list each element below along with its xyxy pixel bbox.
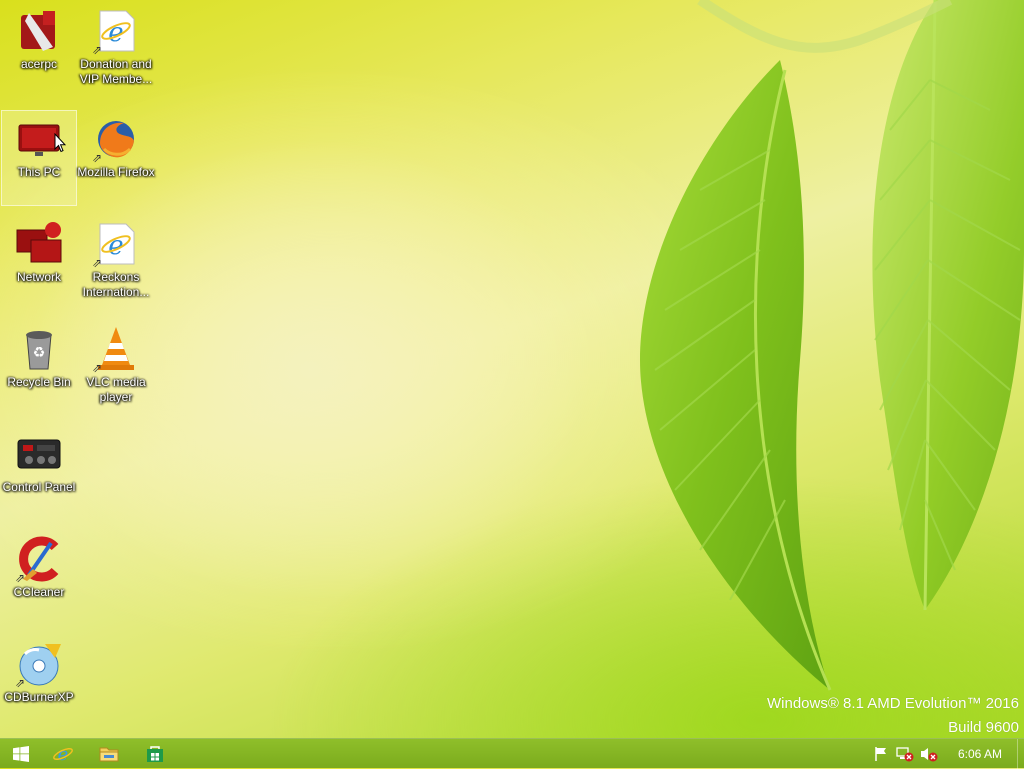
svg-text:♻: ♻ (33, 345, 46, 361)
network-disconnected-icon (896, 747, 914, 762)
windows-build-watermark: Windows® 8.1 AMD Evolution™ 2016 Build 9… (767, 692, 1019, 740)
windows-logo-icon (13, 746, 29, 762)
internet-explorer-shortcut-icon: e ⇗ (91, 7, 140, 57)
internet-explorer-shortcut-icon: e ⇗ (91, 220, 140, 270)
desktop-icon-label: VLC media player (86, 375, 146, 404)
desktop-icon-label: Network (16, 270, 61, 284)
control-panel-icon (15, 430, 63, 478)
desktop-icon-label: CCleaner (13, 585, 65, 599)
taskbar-store-button[interactable] (134, 739, 176, 769)
watermark-build: Build 9600 (948, 719, 1019, 736)
desktop-icon-recycle-bin[interactable]: ♻ Recycle Bin (1, 320, 77, 416)
desktop-icon-label: Mozilla Firefox (77, 165, 155, 179)
desktop-icon-donation-vip[interactable]: e ⇗ Donation and VIP Membe... (78, 2, 154, 98)
tray-volume[interactable] (920, 745, 938, 763)
vlc-icon: ⇗ (91, 325, 140, 375)
user-folder-icon (15, 7, 63, 55)
desktop-icon-cdburnerxp[interactable]: ⇗ CDBurnerXP (1, 635, 77, 731)
taskbar-internet-explorer-button[interactable]: e (42, 739, 84, 769)
shortcut-arrow-icon: ⇗ (91, 43, 103, 57)
folder-icon (99, 747, 119, 762)
start-button[interactable] (0, 739, 42, 769)
desktop-icon-label: Reckons Internation... (82, 270, 150, 299)
desktop-icon-label: This PC (17, 165, 61, 179)
speaker-muted-icon (921, 748, 938, 762)
tray-action-center[interactable] (872, 745, 890, 763)
desktop-icon-ccleaner[interactable]: ⇗ CCleaner (1, 530, 77, 626)
desktop-icon-reckons-internation[interactable]: e ⇗ Reckons Internation... (78, 215, 154, 311)
network-icon (15, 220, 63, 268)
flag-icon (875, 747, 886, 761)
desktop-icon-label: Donation and VIP Membe... (79, 57, 153, 86)
shortcut-arrow-icon: ⇗ (14, 571, 26, 585)
shortcut-arrow-icon: ⇗ (91, 151, 103, 165)
desktop-icon-label: Control Panel (2, 480, 76, 494)
watermark-edition: Windows® 8.1 AMD Evolution™ 2016 (766, 695, 1019, 712)
mouse-cursor-icon (54, 133, 66, 153)
svg-text:e: e (58, 744, 69, 765)
tray-network-status[interactable] (896, 745, 914, 763)
shortcut-arrow-icon: ⇗ (14, 676, 26, 690)
desktop-icon-label: acerpc (20, 57, 58, 71)
internet-explorer-icon: e (53, 744, 73, 765)
taskbar: e 6:06 AM (0, 738, 1024, 769)
desktop-icon-vlc[interactable]: ⇗ VLC media player (78, 320, 154, 416)
shortcut-arrow-icon: ⇗ (91, 361, 103, 375)
desktop-icon-label: Recycle Bin (7, 375, 71, 389)
desktop-icon-mozilla-firefox[interactable]: ⇗ Mozilla Firefox (77, 110, 155, 206)
firefox-icon: ⇗ (91, 115, 140, 165)
desktop-icon-network[interactable]: Network (1, 215, 77, 311)
desktop-icon-this-pc[interactable]: This PC (1, 110, 77, 206)
shortcut-arrow-icon: ⇗ (91, 256, 103, 270)
show-desktop-button[interactable] (1017, 739, 1024, 769)
taskbar-file-explorer-button[interactable] (88, 739, 130, 769)
cdburnerxp-icon: ⇗ (14, 640, 63, 690)
ccleaner-icon: ⇗ (14, 535, 63, 585)
store-icon (147, 746, 163, 762)
desktop-icon-label: CDBurnerXP (4, 690, 74, 704)
desktop-icon-acerpc[interactable]: acerpc (1, 2, 77, 98)
recycle-bin-icon: ♻ (15, 325, 63, 373)
taskbar-clock[interactable]: 6:06 AM (958, 739, 1002, 769)
desktop-icon-control-panel[interactable]: Control Panel (1, 425, 77, 521)
